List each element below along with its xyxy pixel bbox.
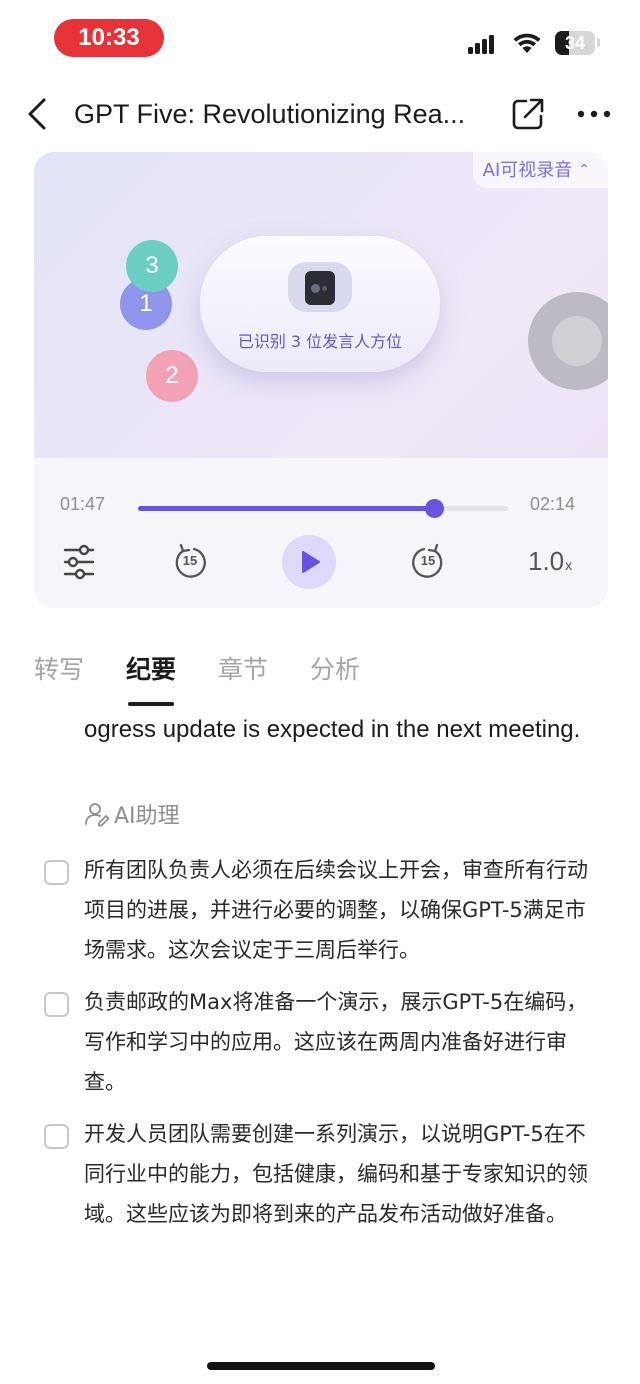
ai-visual-recording-toggle[interactable]: AI可视录音 ⌃ <box>472 152 608 188</box>
forward-15-button[interactable]: 15 <box>410 538 446 586</box>
more-icon[interactable] <box>576 104 612 124</box>
progress-slider[interactable] <box>138 499 508 518</box>
action-item-text: 负责邮政的Max将准备一个演示，展示GPT-5在编码，写作和学习中的应用。这应该… <box>84 990 588 1094</box>
action-item-text: 所有团队负责人必须在后续会议上开会，审查所有行动项目的进展，并进行必要的调整，以… <box>84 858 588 962</box>
action-item-checkbox[interactable] <box>44 1124 69 1149</box>
play-icon <box>302 551 320 573</box>
tab-analysis[interactable]: 分析 <box>310 650 360 686</box>
share-icon[interactable] <box>510 96 546 132</box>
cellular-signal-icon <box>468 35 494 54</box>
active-tab-indicator <box>128 702 174 706</box>
speed-value: 1.0 <box>528 546 565 576</box>
speaker-detected-label: 已识别 3 位发言人方位 <box>237 332 403 351</box>
total-time: 02:14 <box>530 494 576 514</box>
ai-assistant-button[interactable]: AI助理 <box>84 800 180 834</box>
recording-device-card: 已识别 3 位发言人方位 <box>200 236 440 372</box>
progress-knob[interactable] <box>425 499 444 518</box>
ai-assistant-label: AI助理 <box>114 804 180 829</box>
recorder-device-icon <box>288 262 352 312</box>
chevron-up-icon: ⌃ <box>578 162 590 178</box>
forward-seconds: 15 <box>420 553 436 568</box>
audio-settings-icon[interactable] <box>62 538 96 586</box>
tab-transcript[interactable]: 转写 <box>34 650 84 686</box>
progress-fill <box>138 506 434 511</box>
back-icon[interactable] <box>22 94 52 134</box>
summary-text-continued: ogress update is expected in the next me… <box>84 716 581 743</box>
speaker-visualization: AI可视录音 ⌃ 1 3 2 已识别 3 位发言人方位 <box>34 152 608 458</box>
speaker-2-marker[interactable]: 2 <box>146 350 198 402</box>
ai-tag-label: AI可视录音 <box>482 160 573 181</box>
wifi-icon <box>513 33 541 53</box>
play-button[interactable] <box>282 535 336 589</box>
battery-icon: 34 <box>555 31 595 55</box>
tab-summary[interactable]: 纪要 <box>126 650 176 686</box>
playback-controls: 01:47 02:14 15 15 1.0x <box>34 458 608 608</box>
status-bar: 10:33 34 <box>0 0 640 80</box>
ai-assistant-icon <box>85 803 110 827</box>
action-item-checkbox[interactable] <box>44 992 69 1017</box>
assistive-touch-button[interactable] <box>528 292 608 390</box>
speed-unit: x <box>565 557 573 573</box>
player-card: AI可视录音⌃ 1 3 2 已识别 3 位发言人方位 01:47 02:14 <box>34 152 608 608</box>
action-item-text: 开发人员团队需要创建一系列演示，以说明GPT-5在不同行业中的能力，包括健康，编… <box>84 1122 588 1226</box>
elapsed-time: 01:47 <box>60 494 106 514</box>
status-time[interactable]: 10:33 <box>54 19 164 57</box>
rewind-15-button[interactable]: 15 <box>172 538 208 586</box>
playback-speed-button[interactable]: 1.0x <box>528 546 572 577</box>
speaker-3-marker[interactable]: 3 <box>126 240 178 292</box>
battery-tip <box>597 38 600 47</box>
home-indicator[interactable] <box>207 1362 435 1370</box>
content-tabs: 转写 纪要 章节 分析 <box>0 640 640 710</box>
nav-bar: GPT Five: Revolutionizing Rea... <box>0 80 640 148</box>
tab-chapters[interactable]: 章节 <box>218 650 268 686</box>
page-title: GPT Five: Revolutionizing Rea... <box>74 99 466 129</box>
action-item-checkbox[interactable] <box>44 860 69 885</box>
rewind-seconds: 15 <box>182 553 198 568</box>
battery-percent: 34 <box>564 33 586 53</box>
